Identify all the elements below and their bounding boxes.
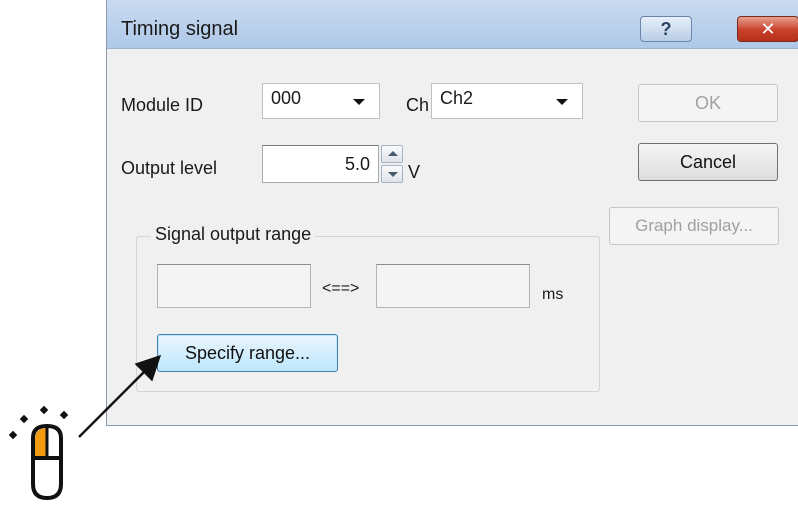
close-icon: ✕ <box>760 19 776 39</box>
module-id-label: Module ID <box>121 95 204 115</box>
timing-signal-dialog: Timing signal ? ✕ Module ID 000 Ch Ch2 O… <box>106 0 798 426</box>
channel-label: Ch <box>406 95 430 115</box>
output-level-spinner[interactable] <box>381 145 403 183</box>
range-start-input[interactable] <box>157 264 311 308</box>
dropdown-arrow-icon[interactable] <box>556 99 568 105</box>
output-level-unit: V <box>408 162 421 182</box>
help-icon: ? <box>660 19 672 39</box>
spin-down-button[interactable] <box>381 165 403 183</box>
range-unit: ms <box>542 286 564 303</box>
title-bar: Timing signal ? ✕ <box>107 0 798 49</box>
channel-value: Ch2 <box>440 88 474 108</box>
ok-button[interactable]: OK <box>638 84 778 122</box>
channel-combobox[interactable]: Ch2 <box>431 83 583 119</box>
range-separator: <==> <box>322 280 360 297</box>
spin-up-button[interactable] <box>381 145 403 163</box>
cancel-button[interactable]: Cancel <box>638 143 778 181</box>
signal-output-range-group: Signal output range <==> ms Specify rang… <box>136 224 600 392</box>
close-button[interactable]: ✕ <box>737 16 798 42</box>
output-level-value: 5.0 <box>344 154 370 174</box>
help-button[interactable]: ? <box>640 16 692 42</box>
range-end-input[interactable] <box>376 264 530 308</box>
signal-output-range-label: Signal output range <box>151 224 316 245</box>
output-level-label: Output level <box>121 158 218 178</box>
graph-display-button[interactable]: Graph display... <box>609 207 779 245</box>
specify-range-button[interactable]: Specify range... <box>157 334 338 372</box>
output-level-input[interactable]: 5.0 <box>262 145 379 183</box>
dropdown-arrow-icon[interactable] <box>353 99 365 105</box>
dialog-title: Timing signal <box>121 18 239 40</box>
module-id-combobox[interactable]: 000 <box>262 83 380 119</box>
spin-up-icon <box>388 151 398 156</box>
spin-down-icon <box>388 172 398 177</box>
mouse-click-icon <box>8 405 69 501</box>
module-id-value: 000 <box>271 88 302 108</box>
